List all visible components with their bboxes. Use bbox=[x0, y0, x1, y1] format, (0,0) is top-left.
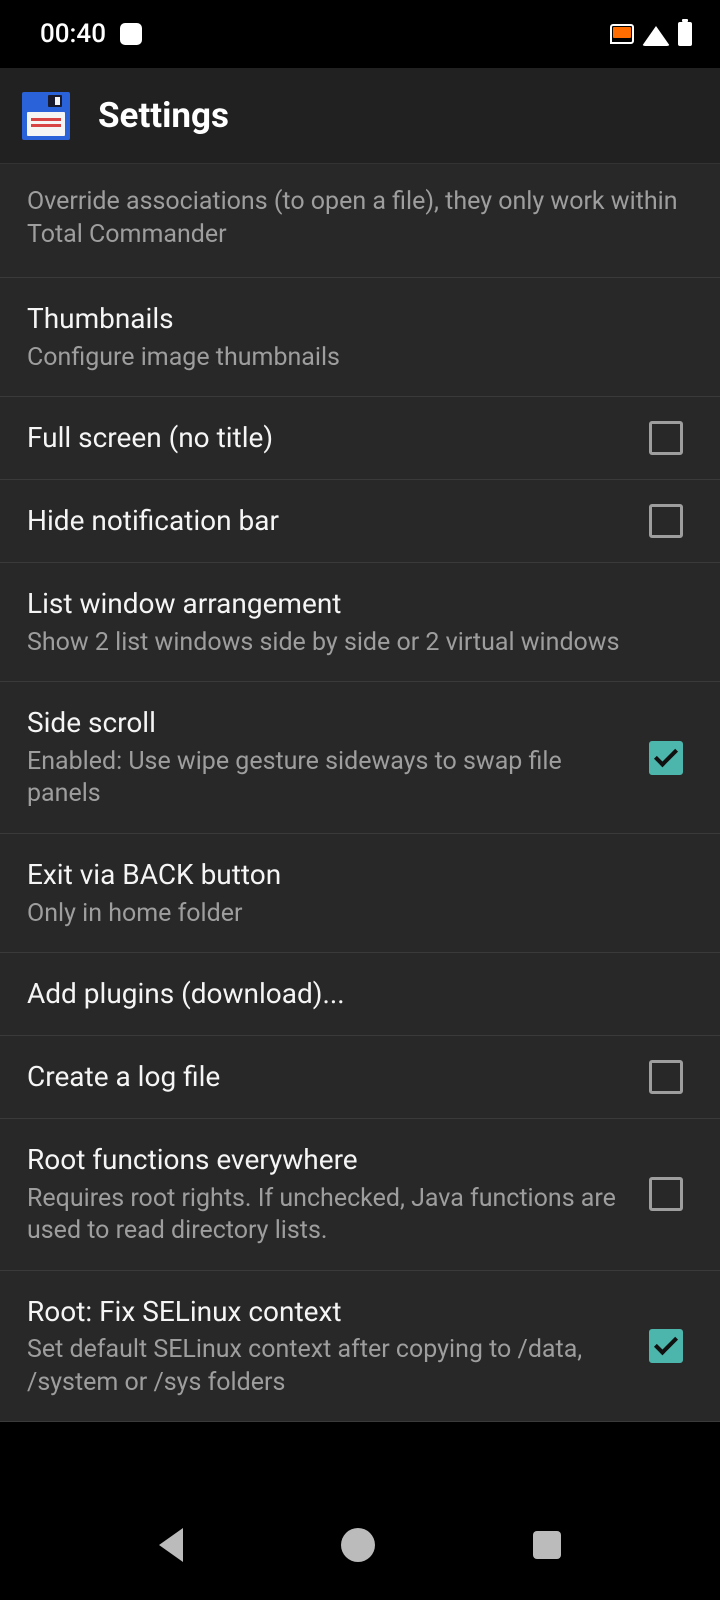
setting-title: Full screen (no title) bbox=[27, 419, 633, 457]
page-title: Settings bbox=[98, 95, 229, 136]
checkbox-side-scroll[interactable] bbox=[649, 741, 683, 775]
setting-full-screen[interactable]: Full screen (no title) bbox=[0, 397, 720, 480]
setting-subtitle: Override associations (to open a file), … bbox=[27, 186, 693, 251]
checkbox-root-functions-everywhere[interactable] bbox=[649, 1177, 683, 1211]
setting-root-functions-everywhere[interactable]: Root functions everywhere Requires root … bbox=[0, 1119, 720, 1271]
header: Settings bbox=[0, 68, 720, 164]
navigation-bar bbox=[0, 1490, 720, 1600]
setting-subtitle: Only in home folder bbox=[27, 898, 693, 931]
status-right bbox=[610, 22, 692, 46]
status-bar: 00:40 bbox=[0, 0, 720, 68]
setting-title: List window arrangement bbox=[27, 585, 693, 623]
setting-title: Side scroll bbox=[27, 704, 633, 742]
battery-icon bbox=[678, 22, 692, 46]
setting-list-window-arrangement[interactable]: List window arrangement Show 2 list wind… bbox=[0, 563, 720, 682]
setting-create-log-file[interactable]: Create a log file bbox=[0, 1036, 720, 1119]
cast-icon bbox=[610, 24, 634, 44]
settings-list[interactable]: Override associations (to open a file), … bbox=[0, 164, 720, 1422]
setting-title: Exit via BACK button bbox=[27, 856, 693, 894]
setting-title: Root functions everywhere bbox=[27, 1141, 633, 1179]
setting-override-associations[interactable]: Override associations (to open a file), … bbox=[0, 164, 720, 278]
setting-hide-notification-bar[interactable]: Hide notification bar bbox=[0, 480, 720, 563]
checkbox-create-log-file[interactable] bbox=[649, 1060, 683, 1094]
notification-indicator-icon bbox=[120, 23, 142, 45]
setting-title: Hide notification bar bbox=[27, 502, 633, 540]
setting-title: Create a log file bbox=[27, 1058, 633, 1096]
checkbox-hide-notification-bar[interactable] bbox=[649, 504, 683, 538]
floppy-disk-icon bbox=[22, 92, 70, 140]
clock: 00:40 bbox=[40, 19, 106, 49]
setting-subtitle: Configure image thumbnails bbox=[27, 342, 693, 375]
setting-root-fix-selinux[interactable]: Root: Fix SELinux context Set default SE… bbox=[0, 1271, 720, 1423]
setting-subtitle: Show 2 list windows side by side or 2 vi… bbox=[27, 627, 693, 660]
setting-side-scroll[interactable]: Side scroll Enabled: Use wipe gesture si… bbox=[0, 682, 720, 834]
nav-home-icon[interactable] bbox=[341, 1528, 375, 1562]
status-left: 00:40 bbox=[40, 19, 142, 49]
setting-exit-back-button[interactable]: Exit via BACK button Only in home folder bbox=[0, 834, 720, 953]
setting-add-plugins[interactable]: Add plugins (download)... bbox=[0, 953, 720, 1036]
setting-subtitle: Requires root rights. If unchecked, Java… bbox=[27, 1183, 633, 1248]
setting-title: Thumbnails bbox=[27, 300, 693, 338]
setting-subtitle: Enabled: Use wipe gesture sideways to sw… bbox=[27, 746, 633, 811]
setting-thumbnails[interactable]: Thumbnails Configure image thumbnails bbox=[0, 278, 720, 397]
setting-subtitle: Set default SELinux context after copyin… bbox=[27, 1334, 633, 1399]
nav-back-icon[interactable] bbox=[159, 1528, 183, 1562]
checkbox-full-screen[interactable] bbox=[649, 421, 683, 455]
wifi-icon bbox=[642, 26, 670, 46]
checkbox-root-fix-selinux[interactable] bbox=[649, 1329, 683, 1363]
nav-recent-icon[interactable] bbox=[533, 1531, 561, 1559]
setting-title: Add plugins (download)... bbox=[27, 975, 693, 1013]
setting-title: Root: Fix SELinux context bbox=[27, 1293, 633, 1331]
